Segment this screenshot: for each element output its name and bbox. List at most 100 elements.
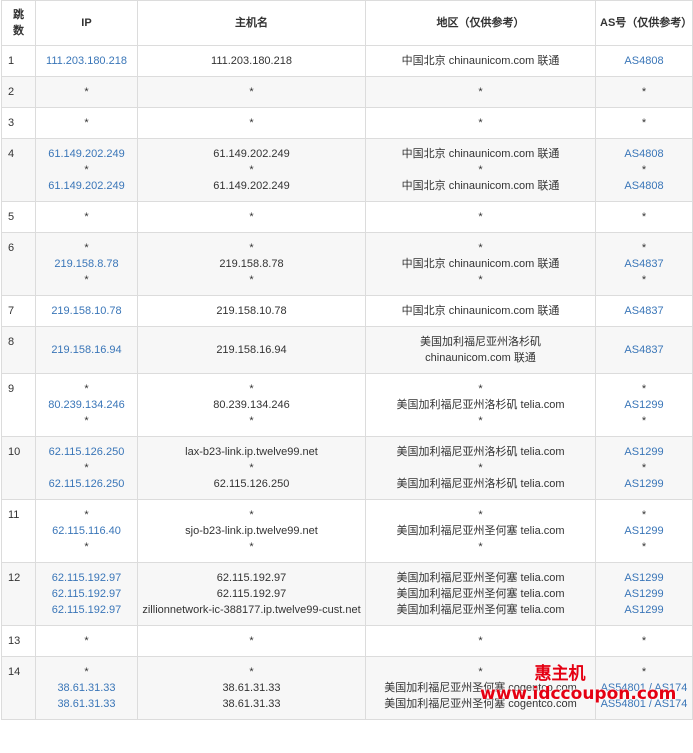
host-value: 38.61.31.33: [222, 682, 281, 694]
as-value: *: [641, 164, 647, 176]
header-as: AS号（仅供参考）: [595, 0, 693, 46]
region-cell: * 中国北京 chinaunicom.com 联通 *: [365, 232, 596, 296]
ip-value-link[interactable]: 61.149.202.249: [40, 146, 133, 162]
as-value-link[interactable]: AS54801 / AS174: [600, 696, 688, 712]
region-cell: * 美国加利福尼亚州圣何塞 cogentco.com 美国加利福尼亚州圣何塞 cog…: [365, 656, 596, 720]
as-value-link[interactable]: AS1299: [600, 397, 688, 413]
host-value: *: [249, 164, 254, 176]
ip-value: *: [84, 415, 89, 427]
as-value-link[interactable]: AS4808: [600, 178, 688, 194]
hostname-cell: * sjo-b23-link.ip.twelve99.net *: [137, 499, 366, 563]
host-value: *: [249, 86, 254, 98]
ip-value-link[interactable]: 62.115.192.97: [40, 602, 133, 618]
region-value: 美国加利福尼亚州洛杉矶 telia.com: [396, 399, 565, 411]
as-value-link[interactable]: AS1299: [600, 523, 688, 539]
as-value: *: [641, 635, 647, 647]
ip-value-link[interactable]: 62.115.116.40: [40, 523, 133, 539]
host-value: *: [249, 117, 254, 129]
region-cell: *: [365, 107, 596, 139]
as-value-link[interactable]: AS1299: [600, 586, 688, 602]
ip-value-link[interactable]: 38.61.31.33: [40, 680, 133, 696]
hop-cell: 12: [1, 562, 36, 626]
as-value: *: [641, 666, 647, 678]
as-value: *: [641, 274, 647, 286]
ip-cell: *: [35, 76, 138, 108]
hop-cell: 4: [1, 138, 36, 202]
region-value: *: [478, 666, 483, 678]
region-value: *: [478, 635, 483, 647]
as-cell: AS4808 * AS4808: [595, 138, 693, 202]
host-value: 219.158.8.78: [219, 258, 284, 270]
ip-value-link[interactable]: 62.115.126.250: [40, 444, 133, 460]
ip-cell: * 38.61.31.33 38.61.31.33: [35, 656, 138, 720]
as-value: *: [641, 541, 647, 553]
ip-cell: 62.115.126.250 * 62.115.126.250: [35, 436, 138, 500]
region-value: *: [478, 211, 483, 223]
as-value-link[interactable]: AS4837: [600, 303, 688, 319]
ip-value-link[interactable]: 219.158.8.78: [40, 256, 133, 272]
as-value: *: [641, 86, 647, 98]
ip-value-link[interactable]: 38.61.31.33: [40, 696, 133, 712]
as-value-link[interactable]: AS1299: [600, 602, 688, 618]
ip-value: *: [84, 383, 89, 395]
ip-value-link[interactable]: 61.149.202.249: [40, 178, 133, 194]
as-value-link[interactable]: AS4808: [600, 53, 688, 69]
ip-value-link[interactable]: 111.203.180.218: [40, 53, 133, 69]
ip-value: *: [84, 274, 89, 286]
as-value-link[interactable]: AS1299: [600, 570, 688, 586]
host-value: *: [249, 635, 254, 647]
region-value: 中国北京 chinaunicom.com 联通: [401, 258, 560, 270]
hostname-cell: * 219.158.8.78 *: [137, 232, 366, 296]
region-value: *: [478, 86, 483, 98]
region-value: *: [478, 274, 483, 286]
region-cell: 中国北京 chinaunicom.com 联通 * 中国北京 chinaunicom…: [365, 138, 596, 202]
ip-value-link[interactable]: 219.158.10.78: [40, 303, 133, 319]
region-value: 中国北京 chinaunicom.com 联通: [401, 55, 560, 67]
hop-cell: 9: [1, 373, 36, 437]
ip-value-link[interactable]: 80.239.134.246: [40, 397, 133, 413]
as-value-link[interactable]: AS4837: [600, 256, 688, 272]
as-value-link[interactable]: AS1299: [600, 476, 688, 492]
ip-cell: * 219.158.8.78 *: [35, 232, 138, 296]
host-value: lax-b23-link.ip.twelve99.net: [185, 446, 318, 458]
ip-value-link[interactable]: 62.115.192.97: [40, 586, 133, 602]
table-row: 14 * 38.61.31.33 38.61.31.33 * 38.61.31.33 38.…: [1, 656, 693, 720]
hop-cell: 2: [1, 76, 36, 108]
table-row: 3 * * * *: [1, 107, 693, 139]
ip-cell: 219.158.16.94: [35, 326, 138, 374]
ip-cell: 62.115.192.97 62.115.192.97 62.115.192.97: [35, 562, 138, 626]
table-row: 8 219.158.16.94 219.158.16.94 美国加利福尼亚州洛杉矶 ch…: [1, 326, 693, 374]
as-value: *: [641, 117, 647, 129]
as-value-link[interactable]: AS54801 / AS174: [600, 680, 688, 696]
as-value-link[interactable]: AS4808: [600, 146, 688, 162]
region-value: 美国加利福尼亚州圣何塞 telia.com: [396, 588, 565, 600]
region-value: 美国加利福尼亚州圣何塞 cogentco.com: [384, 698, 577, 710]
hop-cell: 11: [1, 499, 36, 563]
table-row: 9 * 80.239.134.246 * * 80.239.134.246 * * 美国加利福尼…: [1, 373, 693, 437]
ip-cell: *: [35, 625, 138, 657]
as-value-link[interactable]: AS1299: [600, 444, 688, 460]
ip-value-link[interactable]: 62.115.192.97: [40, 570, 133, 586]
hostname-cell: *: [137, 201, 366, 233]
region-value: *: [478, 242, 483, 254]
ip-value: *: [84, 666, 89, 678]
hostname-cell: * 80.239.134.246 *: [137, 373, 366, 437]
ip-value: *: [84, 635, 89, 647]
ip-value-link[interactable]: 219.158.16.94: [40, 342, 133, 358]
host-value: *: [249, 242, 254, 254]
hop-cell: 3: [1, 107, 36, 139]
host-value: 219.158.10.78: [216, 305, 287, 317]
region-cell: 美国加利福尼亚州洛杉矶 chinaunicom.com 联通: [365, 326, 596, 374]
table-row: 2 * * * *: [1, 76, 693, 108]
host-value: zillionnetwork-ic-388177.ip.twelve99-cus…: [142, 604, 361, 616]
as-cell: * AS1299 *: [595, 373, 693, 437]
as-value-link[interactable]: AS4837: [600, 342, 688, 358]
ip-value-link[interactable]: 62.115.126.250: [40, 476, 133, 492]
host-value: *: [249, 415, 254, 427]
region-cell: 中国北京 chinaunicom.com 联通: [365, 295, 596, 327]
hostname-cell: 219.158.10.78: [137, 295, 366, 327]
region-cell: *: [365, 76, 596, 108]
table-row: 12 62.115.192.97 62.115.192.97 62.115.192.9…: [1, 562, 693, 626]
ip-value: *: [84, 117, 89, 129]
ip-value: *: [84, 211, 89, 223]
